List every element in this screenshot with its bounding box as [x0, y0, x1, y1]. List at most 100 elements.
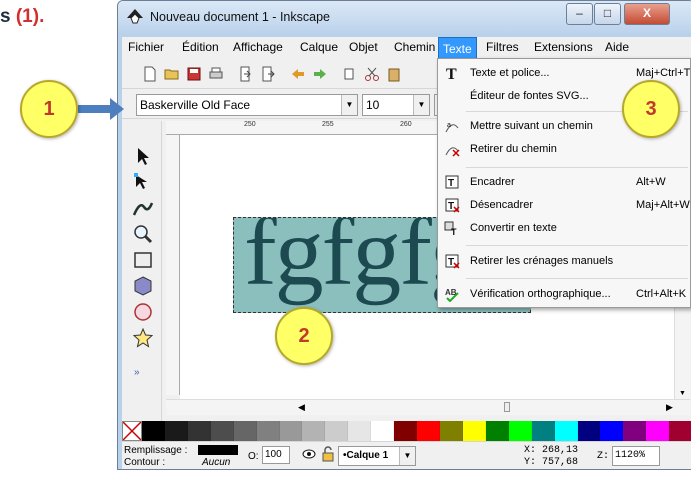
menu-edition[interactable]: Édition — [182, 40, 219, 54]
copy-icon[interactable] — [342, 66, 358, 82]
menu-bar: Fichier Édition Affichage Calque Objet C… — [122, 37, 691, 59]
color-swatch[interactable] — [646, 421, 670, 441]
color-swatch[interactable] — [164, 421, 188, 441]
lock-icon[interactable] — [322, 446, 334, 462]
menu-aide[interactable]: Aide — [605, 40, 629, 54]
menu-item[interactable]: Retirer du chemin — [438, 139, 691, 161]
font-size-combo[interactable]: 10 ▼ — [362, 94, 430, 116]
ruler-label: 260 — [400, 121, 412, 128]
convert-to-text-icon: T — [444, 221, 457, 236]
color-swatch[interactable] — [371, 421, 395, 441]
color-swatch[interactable] — [325, 421, 349, 441]
callout-3: 3 — [622, 80, 680, 138]
color-swatch[interactable] — [279, 421, 303, 441]
scroll-down-icon[interactable]: ▼ — [679, 390, 686, 397]
color-swatch[interactable] — [302, 421, 326, 441]
maximize-button[interactable]: □ — [594, 3, 621, 25]
print-icon[interactable] — [208, 66, 224, 82]
menu-texte[interactable]: Texte — [438, 37, 477, 59]
y-label: Y: — [524, 457, 537, 468]
color-swatch[interactable] — [233, 421, 257, 441]
dropdown-arrow-icon[interactable]: ▼ — [413, 95, 429, 115]
color-swatch[interactable] — [394, 421, 418, 441]
close-button[interactable]: X — [624, 3, 670, 25]
dropdown-arrow-icon[interactable]: ▼ — [399, 447, 415, 465]
redo-icon[interactable] — [312, 66, 328, 82]
vertical-ruler — [166, 135, 180, 395]
font-family-combo[interactable]: Baskerville Old Face ▼ — [136, 94, 358, 116]
menu-objet[interactable]: Objet — [349, 40, 378, 54]
menu-item[interactable]: T Retirer les crénages manuels — [438, 251, 691, 273]
color-swatch[interactable] — [669, 421, 691, 441]
color-swatch[interactable] — [417, 421, 440, 441]
color-palette — [122, 421, 691, 441]
cut-icon[interactable] — [364, 66, 380, 82]
menu-calque[interactable]: Calque — [300, 40, 338, 54]
more-tools-icon[interactable]: » — [134, 367, 140, 378]
color-swatch[interactable] — [210, 421, 234, 441]
rectangle-tool-icon[interactable] — [132, 249, 154, 271]
color-swatch[interactable] — [187, 421, 211, 441]
color-swatch[interactable] — [142, 421, 165, 441]
3d-box-tool-icon[interactable] — [132, 275, 154, 297]
menu-item[interactable]: T Convertir en texte — [438, 218, 691, 240]
menu-item-shortcut: Maj+Ctrl+T — [636, 67, 691, 79]
fill-swatch[interactable] — [198, 445, 238, 455]
opacity-input[interactable]: 100 — [262, 446, 290, 464]
tweak-tool-icon[interactable] — [132, 197, 154, 219]
menu-item-label: Encadrer — [470, 176, 515, 188]
color-swatch[interactable] — [462, 421, 486, 441]
color-swatch[interactable] — [508, 421, 532, 441]
menu-separator — [466, 167, 688, 168]
zoom-label: Z: — [597, 451, 610, 462]
color-swatch[interactable] — [256, 421, 280, 441]
menu-fichier[interactable]: Fichier — [128, 40, 164, 54]
color-swatch[interactable] — [348, 421, 372, 441]
spellcheck-icon: AB — [445, 288, 459, 302]
import-icon[interactable] — [238, 66, 254, 82]
scroll-left-icon[interactable]: ◀ — [298, 402, 305, 413]
color-swatch[interactable] — [600, 421, 624, 441]
menu-chemin[interactable]: Chemin — [394, 40, 435, 54]
dropdown-arrow-icon[interactable]: ▼ — [341, 95, 357, 115]
node-tool-icon[interactable] — [132, 171, 154, 193]
svg-text:T: T — [451, 227, 457, 236]
menu-affichage[interactable]: Affichage — [233, 40, 283, 54]
text-font-icon: T — [446, 66, 457, 81]
selector-tool-icon[interactable] — [132, 145, 154, 167]
save-icon[interactable] — [186, 66, 202, 82]
zoom-input[interactable]: 1120% — [612, 446, 660, 466]
color-swatch[interactable] — [623, 421, 647, 441]
eye-icon[interactable] — [302, 448, 316, 460]
menu-item[interactable]: T Désencadrer Maj+Alt+W — [438, 195, 691, 217]
svg-text:T: T — [448, 178, 454, 189]
horizontal-scrollbar[interactable]: ◀ ▶ — [166, 399, 690, 415]
paste-icon[interactable] — [386, 66, 402, 82]
menu-item[interactable]: T Encadrer Alt+W — [438, 172, 691, 194]
menu-item[interactable]: AB Vérification orthographique... Ctrl+Alt… — [438, 284, 691, 306]
scroll-right-icon[interactable]: ▶ — [666, 402, 673, 413]
no-paint-swatch[interactable] — [122, 421, 142, 441]
new-document-icon[interactable] — [142, 66, 158, 82]
menu-item-shortcut: Maj+Alt+W — [636, 199, 690, 211]
color-swatch[interactable] — [554, 421, 578, 441]
color-swatch[interactable] — [531, 421, 555, 441]
horizontal-scroll-thumb[interactable] — [504, 402, 510, 412]
open-folder-icon[interactable] — [164, 66, 180, 82]
undo-icon[interactable] — [290, 66, 306, 82]
color-swatch[interactable] — [577, 421, 601, 441]
menu-item-shortcut: Alt+W — [636, 176, 666, 188]
color-swatch[interactable] — [485, 421, 509, 441]
color-swatch[interactable] — [439, 421, 463, 441]
layer-select[interactable]: •Calque 1 ▼ — [338, 446, 416, 466]
export-icon[interactable] — [260, 66, 276, 82]
inkscape-logo-icon — [127, 9, 143, 24]
x-label: X: — [524, 445, 537, 456]
menu-extensions[interactable]: Extensions — [534, 40, 593, 54]
ellipse-tool-icon[interactable] — [132, 301, 154, 323]
star-tool-icon[interactable] — [132, 327, 154, 349]
menu-filtres[interactable]: Filtres — [486, 40, 519, 54]
zoom-tool-icon[interactable] — [132, 223, 154, 245]
minimize-button[interactable]: – — [566, 3, 593, 25]
menu-item-label: Vérification orthographique... — [470, 288, 611, 300]
